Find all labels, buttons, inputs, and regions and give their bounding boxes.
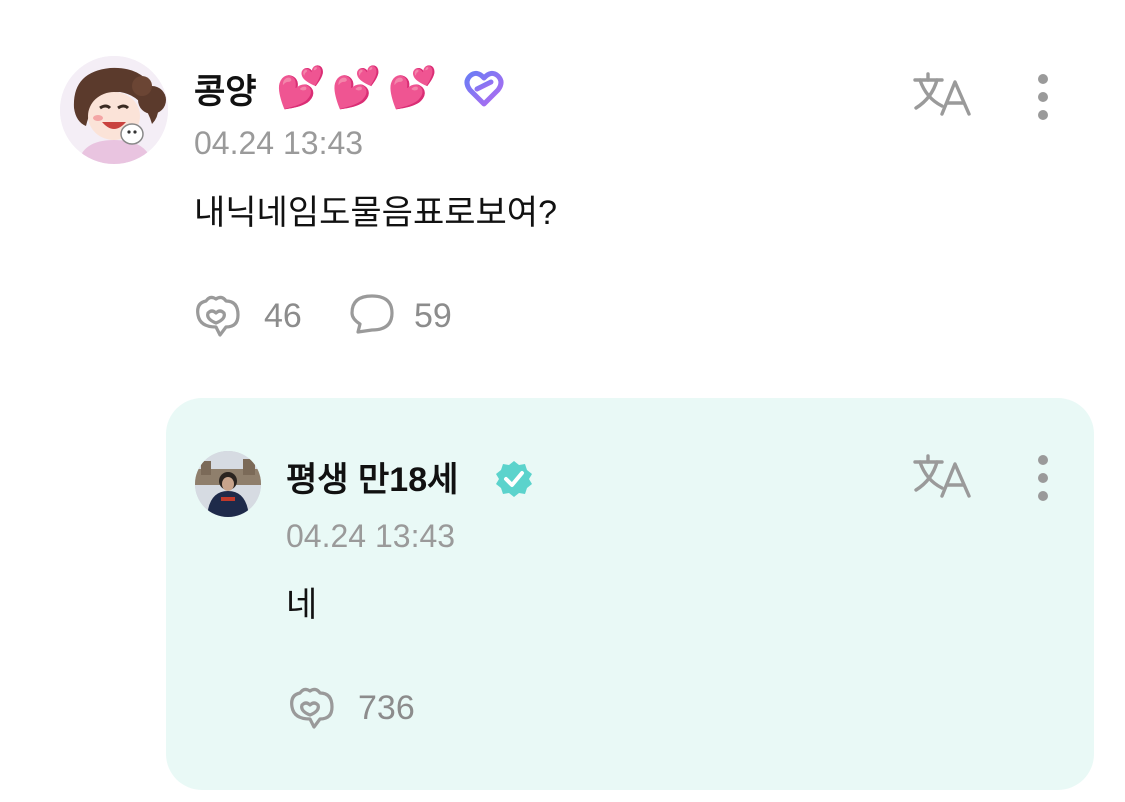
comment-text: 내닉네임도물음표로보여? [194, 194, 557, 232]
comment-icon[interactable] [348, 292, 396, 341]
like-button[interactable] [192, 293, 246, 342]
reply-avatar[interactable] [195, 451, 261, 517]
comment-timestamp: 04.24 13:43 [194, 125, 364, 161]
like-count: 46 [264, 297, 302, 335]
more-vertical-icon[interactable] [1037, 74, 1049, 128]
verified-badge-icon [494, 459, 534, 504]
reply-like-button[interactable] [286, 685, 340, 734]
comment-emojis: 💕💕💕 [276, 65, 444, 111]
reply-count: 59 [414, 297, 452, 335]
reply-timestamp: 04.24 13:43 [286, 518, 456, 554]
membership-heart-icon [464, 70, 504, 113]
avatar[interactable] [60, 56, 168, 164]
more-vertical-icon[interactable] [1037, 455, 1049, 509]
translate-icon[interactable] [912, 70, 972, 123]
reply-username[interactable]: 평생 만18세 [286, 460, 458, 500]
translate-icon[interactable] [912, 452, 972, 505]
comment-username[interactable]: 콩양 [194, 72, 257, 112]
reply-like-count: 736 [358, 689, 415, 727]
reply-text: 네 [286, 586, 318, 624]
